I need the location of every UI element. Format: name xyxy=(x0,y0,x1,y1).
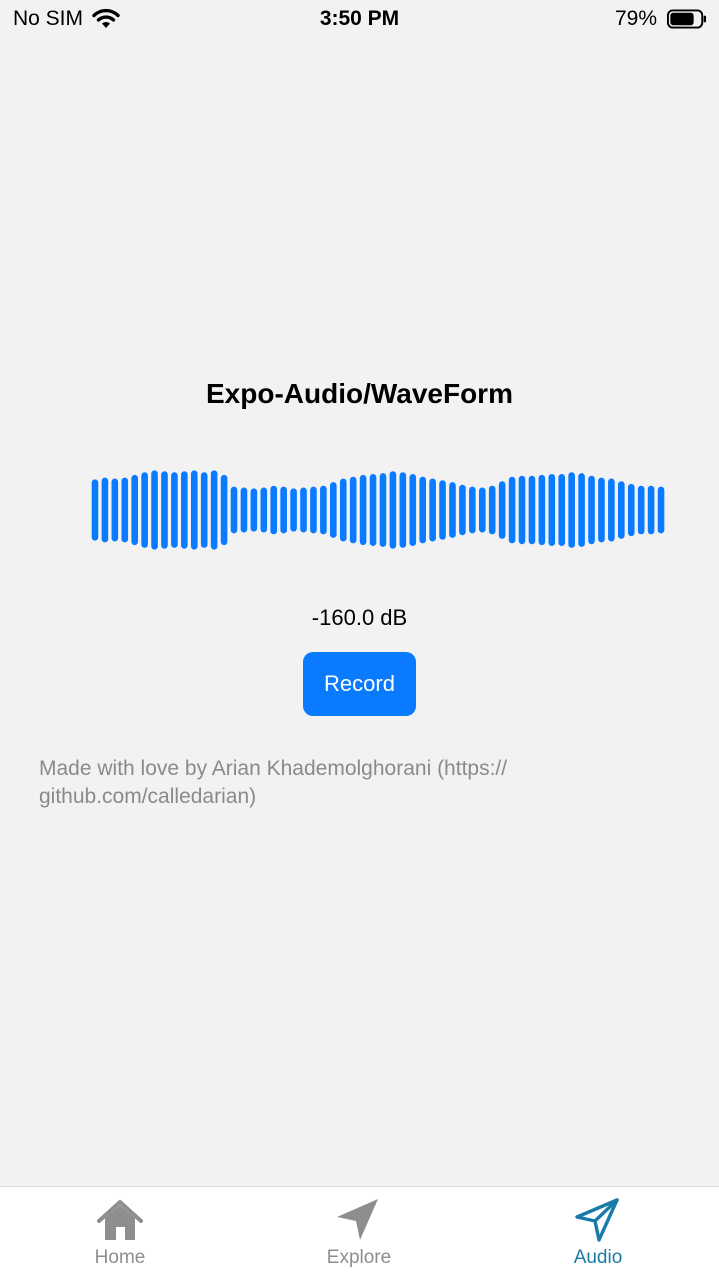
waveform-bar xyxy=(508,476,516,544)
paper-plane-outline-icon xyxy=(575,1198,619,1242)
waveform-bar xyxy=(498,481,506,539)
paper-plane-filled-icon xyxy=(337,1199,378,1240)
waveform-bar xyxy=(330,482,337,538)
waveform-bar xyxy=(538,474,546,546)
waveform-bar xyxy=(220,474,228,546)
tab-audio-label: Audio xyxy=(573,1247,623,1268)
waveform-bar xyxy=(627,483,635,537)
tab-home[interactable]: Home xyxy=(40,1197,200,1269)
waveform-bar xyxy=(210,470,218,550)
status-time: 3:50 PM xyxy=(319,7,400,30)
waveform-bar xyxy=(419,476,426,544)
waveform-bar xyxy=(310,486,317,534)
waveform-bar xyxy=(459,484,466,536)
waveform-bar xyxy=(548,474,556,546)
tab-bar: Home Explore Audio xyxy=(0,1186,719,1281)
credits-text: Made with love by Arian Khademolghorani … xyxy=(39,757,508,808)
status-bar: No SIM 3:50 PM 79% xyxy=(0,0,719,40)
waveform-bar xyxy=(101,477,109,543)
battery-fill xyxy=(670,12,694,26)
waveform-bar xyxy=(389,471,397,549)
waveform-bar xyxy=(151,470,158,550)
status-right: 79% xyxy=(615,7,707,31)
waveform-bar xyxy=(200,472,208,548)
waveform-bar xyxy=(409,474,417,546)
waveform-bar xyxy=(379,473,387,547)
waveform-bar xyxy=(618,481,625,539)
battery-percent: 79% xyxy=(614,7,657,30)
waveform-bar xyxy=(290,488,297,532)
waveform-bar xyxy=(121,477,129,543)
page-title: Expo-Audio/WaveForm xyxy=(206,378,513,409)
waveform-bar xyxy=(568,472,575,548)
waveform-bar xyxy=(578,473,585,547)
waveform-bar xyxy=(250,488,258,532)
waveform-bar xyxy=(349,476,357,544)
waveform-bar xyxy=(190,470,198,550)
waveform-bar xyxy=(240,487,248,533)
waveform-bar xyxy=(478,487,486,533)
waveform-bar xyxy=(598,477,605,543)
waveform-bar xyxy=(270,485,278,535)
waveform-bar xyxy=(439,480,446,540)
waveform-bar xyxy=(300,487,307,533)
audio-waveform xyxy=(91,470,665,550)
waveform-bar xyxy=(429,478,436,542)
waveform-bar xyxy=(588,475,595,545)
waveform-bar xyxy=(647,485,655,535)
db-level-readout: -160.0 dB xyxy=(311,605,408,630)
waveform-bar xyxy=(657,486,665,534)
waveform-bar xyxy=(528,475,536,545)
waveform-bar xyxy=(181,471,188,549)
waveform-bar xyxy=(320,485,327,535)
waveform-bar xyxy=(399,472,407,548)
waveform-bar xyxy=(518,475,526,545)
waveform-bar xyxy=(131,474,138,546)
waveform-bar xyxy=(488,485,496,535)
waveform-bar xyxy=(91,479,99,541)
home-icon xyxy=(97,1200,143,1240)
waveform-bar xyxy=(260,487,268,533)
waveform-bar xyxy=(141,472,148,548)
waveform-bar xyxy=(339,478,347,542)
waveform-bar xyxy=(369,474,377,546)
waveform-bar xyxy=(449,482,456,538)
waveform-bar xyxy=(637,485,645,535)
waveform-bar xyxy=(280,486,287,534)
battery-icon xyxy=(667,9,707,29)
tab-explore[interactable]: Explore xyxy=(279,1197,439,1269)
tab-home-label: Home xyxy=(94,1247,146,1268)
waveform-bar xyxy=(469,486,476,534)
waveform-bar xyxy=(230,486,238,534)
tab-explore-label: Explore xyxy=(326,1247,392,1268)
waveform-bar xyxy=(111,478,119,542)
tab-audio[interactable]: Audio xyxy=(518,1197,678,1269)
waveform-bar xyxy=(171,472,178,548)
waveform-bar xyxy=(359,474,367,546)
waveform-bar xyxy=(558,474,566,546)
record-button[interactable]: Record xyxy=(303,652,416,716)
waveform-bar xyxy=(608,478,615,542)
waveform-bar xyxy=(161,471,168,549)
